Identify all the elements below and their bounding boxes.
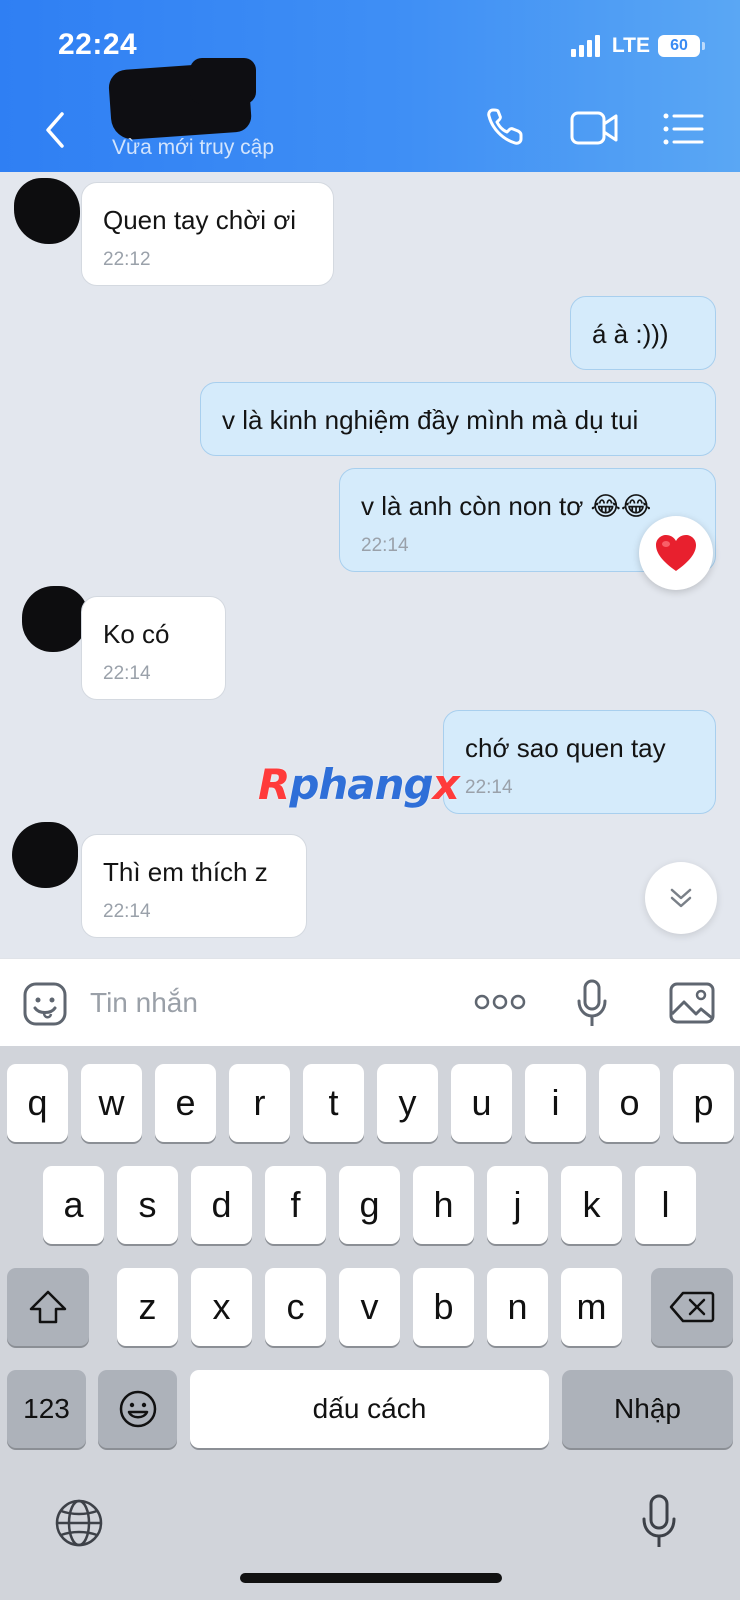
message-text: á à :))) xyxy=(592,319,669,349)
avatar[interactable] xyxy=(14,178,80,244)
shift-key[interactable] xyxy=(7,1268,89,1346)
key-u[interactable]: u xyxy=(451,1064,512,1142)
message-text: Ko có xyxy=(103,619,170,649)
message-time: 22:12 xyxy=(103,249,151,270)
key-b[interactable]: b xyxy=(413,1268,474,1346)
heart-reaction-icon[interactable] xyxy=(639,516,713,590)
message-text: Quen tay chời ơi xyxy=(103,205,297,235)
message-bubble-outgoing[interactable]: v là kinh nghiệm đầy mình mà dụ tui xyxy=(200,382,716,456)
key-f[interactable]: f xyxy=(265,1166,326,1244)
microphone-icon[interactable] xyxy=(576,979,608,1034)
message-composer: Tin nhắn xyxy=(0,958,740,1046)
scroll-to-bottom-button[interactable] xyxy=(645,862,717,934)
key-h[interactable]: h xyxy=(413,1166,474,1244)
message-bubble-incoming[interactable]: Thì em thích z 22:14 xyxy=(81,834,307,938)
key-i[interactable]: i xyxy=(525,1064,586,1142)
message-text: v là anh còn non tơ 😂😂 xyxy=(361,491,652,521)
key-t[interactable]: t xyxy=(303,1064,364,1142)
key-z[interactable]: z xyxy=(117,1268,178,1346)
message-bubble-outgoing[interactable]: á à :))) xyxy=(570,296,716,370)
key-e[interactable]: e xyxy=(155,1064,216,1142)
globe-icon[interactable] xyxy=(54,1498,104,1553)
emoji-icon xyxy=(119,1390,156,1428)
key-x[interactable]: x xyxy=(191,1268,252,1346)
key-n[interactable]: n xyxy=(487,1268,548,1346)
battery-icon: 60 xyxy=(658,35,705,57)
signal-icon xyxy=(570,35,600,57)
message-time: 22:14 xyxy=(361,535,409,556)
status-indicators: LTE 60 xyxy=(570,34,705,58)
more-options-icon[interactable] xyxy=(474,993,526,1016)
key-l[interactable]: l xyxy=(635,1166,696,1244)
key-r[interactable]: r xyxy=(229,1064,290,1142)
backspace-key[interactable] xyxy=(651,1268,733,1346)
key-v[interactable]: v xyxy=(339,1268,400,1346)
key-c[interactable]: c xyxy=(265,1268,326,1346)
chevrons-down-icon xyxy=(670,888,692,908)
sticker-icon[interactable] xyxy=(22,981,68,1032)
key-d[interactable]: d xyxy=(191,1166,252,1244)
video-call-icon[interactable] xyxy=(570,110,620,151)
key-y[interactable]: y xyxy=(377,1064,438,1142)
key-g[interactable]: g xyxy=(339,1166,400,1244)
image-icon[interactable] xyxy=(668,981,716,1030)
message-time: 22:14 xyxy=(465,777,513,798)
menu-icon[interactable] xyxy=(662,112,704,151)
contact-name-redacted-part xyxy=(190,58,256,104)
watermark-logo: Rphangx xyxy=(258,760,460,809)
message-time: 22:14 xyxy=(103,901,151,922)
message-bubble-outgoing[interactable]: chớ sao quen tay 22:14 xyxy=(443,710,716,814)
key-m[interactable]: m xyxy=(561,1268,622,1346)
phone-icon[interactable] xyxy=(484,104,528,153)
home-indicator xyxy=(240,1573,502,1583)
shift-icon xyxy=(29,1290,67,1324)
key-q[interactable]: q xyxy=(7,1064,68,1142)
message-text: Thì em thích z xyxy=(103,857,268,887)
return-key[interactable]: Nhập xyxy=(562,1370,733,1448)
key-j[interactable]: j xyxy=(487,1166,548,1244)
message-input[interactable]: Tin nhắn xyxy=(90,987,198,1019)
chat-header: 22:24 LTE 60 Vừa mới truy cập xyxy=(0,0,740,172)
message-time: 22:14 xyxy=(103,663,151,684)
message-bubble-incoming[interactable]: Ko có 22:14 xyxy=(81,596,226,700)
backspace-icon xyxy=(669,1291,715,1323)
message-list[interactable]: Quen tay chời ơi 22:12 á à :))) v là kin… xyxy=(0,172,740,958)
last-seen-status: Vừa mới truy cập xyxy=(112,136,275,159)
key-a[interactable]: a xyxy=(43,1166,104,1244)
space-key[interactable]: dấu cách xyxy=(190,1370,549,1448)
emoji-key[interactable] xyxy=(98,1370,177,1448)
message-text: chớ sao quen tay xyxy=(465,733,666,763)
key-w[interactable]: w xyxy=(81,1064,142,1142)
status-time: 22:24 xyxy=(58,28,138,61)
message-text: v là kinh nghiệm đầy mình mà dụ tui xyxy=(222,405,639,435)
key-k[interactable]: k xyxy=(561,1166,622,1244)
numbers-key[interactable]: 123 xyxy=(7,1370,86,1448)
avatar[interactable] xyxy=(12,822,78,888)
message-bubble-incoming[interactable]: Quen tay chời ơi 22:12 xyxy=(81,182,334,286)
key-p[interactable]: p xyxy=(673,1064,734,1142)
back-icon[interactable] xyxy=(38,108,74,152)
network-type: LTE xyxy=(611,34,650,57)
key-s[interactable]: s xyxy=(117,1166,178,1244)
keyboard: q w e r t y u i o p a s d f g h j k l z … xyxy=(0,1046,740,1600)
key-o[interactable]: o xyxy=(599,1064,660,1142)
avatar[interactable] xyxy=(22,586,88,652)
dictation-icon[interactable] xyxy=(640,1494,678,1555)
